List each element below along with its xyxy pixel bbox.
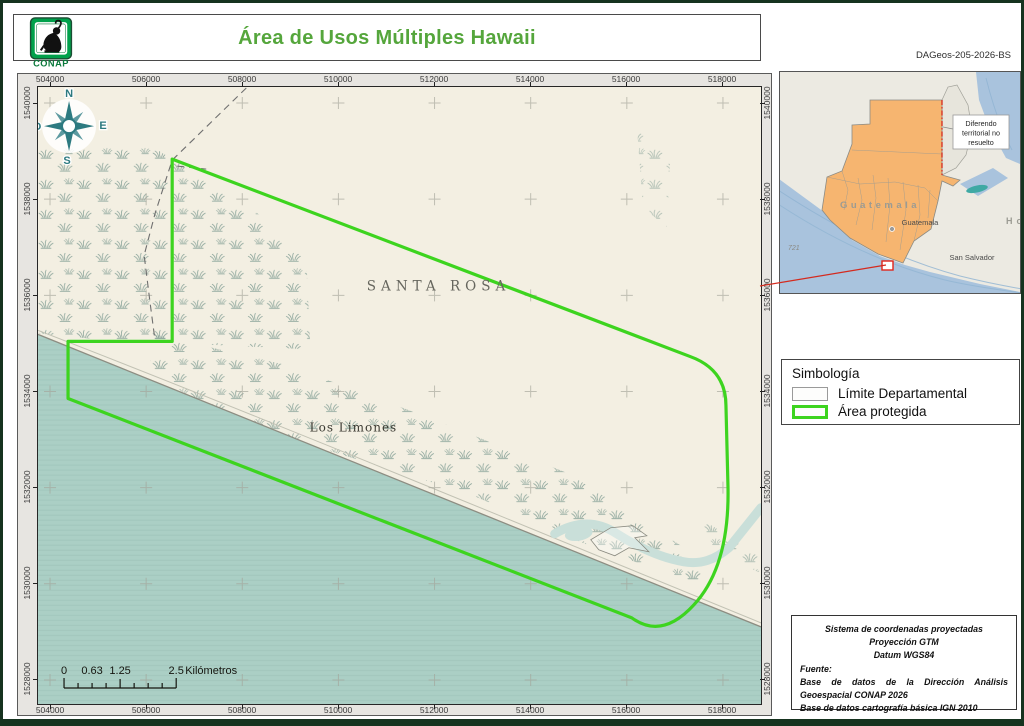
legend-title: Simbología bbox=[792, 366, 1009, 381]
tick-mark bbox=[242, 704, 243, 709]
tick-mark bbox=[146, 704, 147, 709]
departmental-boundary-swatch bbox=[792, 387, 828, 401]
tick-mark bbox=[434, 82, 435, 87]
doc-code: DAGeos-205-2026-BS bbox=[916, 50, 1011, 61]
tick-mark bbox=[722, 704, 723, 709]
tick-mark bbox=[242, 82, 243, 87]
compass-s-label: S bbox=[63, 155, 70, 167]
y-tick-label-left: 1528000 bbox=[22, 662, 32, 695]
region-label: SANTA ROSA bbox=[367, 278, 511, 294]
tick-mark bbox=[338, 82, 339, 87]
tick-mark bbox=[33, 583, 38, 584]
y-tick-label-left: 1532000 bbox=[22, 470, 32, 503]
tick-mark bbox=[33, 199, 38, 200]
tick-mark bbox=[760, 583, 765, 584]
inset-depth-label: 721 bbox=[788, 245, 800, 252]
scale-063: 0.63 bbox=[81, 665, 102, 677]
tick-mark bbox=[33, 103, 38, 104]
legend: Simbología Límite Departamental Área pro… bbox=[781, 359, 1020, 425]
scale-25: 2.5 bbox=[169, 665, 184, 677]
inset-map-box: Guatemala Guatemala San Salvador Ho 721 … bbox=[779, 71, 1021, 294]
tick-mark bbox=[722, 82, 723, 87]
tick-mark bbox=[50, 82, 51, 87]
tick-mark bbox=[530, 82, 531, 87]
tick-mark bbox=[33, 679, 38, 680]
inset-country-label: Guatemala bbox=[840, 200, 920, 211]
legend-item-label: Límite Departamental bbox=[838, 386, 967, 401]
fuente-label: Fuente: bbox=[800, 663, 1008, 676]
tick-mark bbox=[760, 487, 765, 488]
tick-mark bbox=[760, 679, 765, 680]
legend-item-protected: Área protegida bbox=[792, 404, 1009, 419]
source-line-2: Base de datos cartografía básica IGN 201… bbox=[800, 702, 1008, 715]
y-tick-label-left: 1536000 bbox=[22, 278, 32, 311]
compass-o-label: O bbox=[38, 121, 42, 133]
y-tick-label-left: 1540000 bbox=[22, 86, 32, 119]
tick-mark bbox=[146, 82, 147, 87]
compass-e-label: E bbox=[99, 120, 106, 132]
tick-mark bbox=[760, 103, 765, 104]
main-map: SANTA ROSA Los Limones N E S O bbox=[37, 86, 762, 705]
legend-item-departmental: Límite Departamental bbox=[792, 386, 1009, 401]
svg-text:territorial no: territorial no bbox=[962, 129, 1000, 138]
page-title: Área de Usos Múltiples Hawaii bbox=[14, 27, 760, 50]
tick-mark bbox=[338, 704, 339, 709]
inset-san-salvador-label: San Salvador bbox=[949, 253, 995, 262]
tick-mark bbox=[760, 199, 765, 200]
scale-0: 0 bbox=[61, 665, 67, 677]
tick-mark bbox=[626, 704, 627, 709]
scale-125: 1.25 bbox=[109, 665, 130, 677]
projection-line: Proyección GTM bbox=[800, 636, 1008, 649]
legend-item-label: Área protegida bbox=[838, 404, 927, 419]
svg-text:resuelto: resuelto bbox=[968, 138, 994, 147]
tick-mark bbox=[760, 391, 765, 392]
source-line-1: Base de datos de la Dirección Análisis G… bbox=[800, 676, 1008, 702]
svg-text:Diferendo: Diferendo bbox=[965, 119, 996, 128]
inset-city-dot bbox=[890, 227, 895, 232]
map-sheet: CONAP Área de Usos Múltiples Hawaii DAGe… bbox=[0, 0, 1024, 726]
y-tick-label-left: 1538000 bbox=[22, 182, 32, 215]
conap-logo-text: CONAP bbox=[33, 59, 69, 69]
inset-callout: Diferendo territorial no resuelto bbox=[943, 115, 1009, 149]
y-tick-label-left: 1534000 bbox=[22, 374, 32, 407]
compass-n-label: N bbox=[65, 88, 73, 100]
datum-line: Datum WGS84 bbox=[800, 649, 1008, 662]
tick-mark bbox=[33, 391, 38, 392]
place-label: Los Limones bbox=[310, 421, 398, 435]
protected-area-swatch bbox=[792, 405, 828, 419]
inset-locator-rect bbox=[882, 261, 893, 270]
tick-mark bbox=[50, 704, 51, 709]
crs-line: Sistema de coordenadas proyectadas bbox=[800, 623, 1008, 636]
tick-mark bbox=[530, 704, 531, 709]
y-tick-label-left: 1530000 bbox=[22, 566, 32, 599]
tick-mark bbox=[434, 704, 435, 709]
scale-unit: Kilómetros bbox=[185, 665, 237, 677]
inset-city-label: Guatemala bbox=[902, 218, 940, 227]
source-box: Sistema de coordenadas proyectadas Proye… bbox=[791, 615, 1017, 710]
tick-mark bbox=[33, 295, 38, 296]
header: CONAP Área de Usos Múltiples Hawaii bbox=[13, 14, 761, 61]
tick-mark bbox=[33, 487, 38, 488]
inset-honduras-label: Ho bbox=[1006, 216, 1020, 226]
tick-mark bbox=[626, 82, 627, 87]
tick-mark bbox=[760, 295, 765, 296]
